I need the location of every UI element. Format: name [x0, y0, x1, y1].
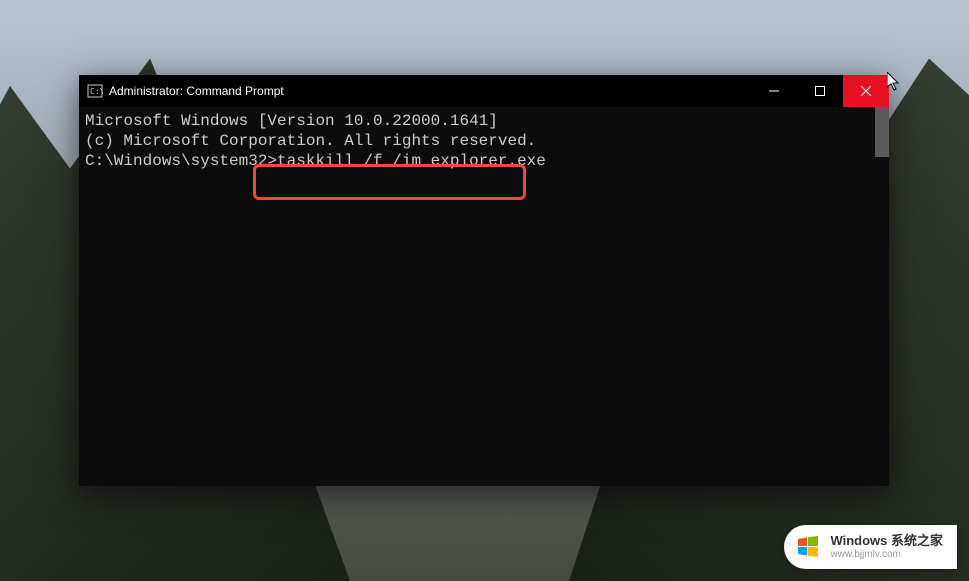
prompt-path: C:\Windows\system32> [85, 152, 277, 170]
scrollbar-thumb[interactable] [875, 107, 889, 157]
minimize-button[interactable] [751, 75, 797, 107]
maximize-button[interactable] [797, 75, 843, 107]
window-title: Administrator: Command Prompt [109, 84, 751, 98]
version-line: Microsoft Windows [Version 10.0.22000.16… [85, 111, 883, 131]
windows-logo-icon [794, 533, 822, 561]
window-controls [751, 75, 889, 107]
cmd-icon: C:\ [87, 83, 103, 99]
command-text: taskkill /f /im explorer.exe [277, 152, 546, 170]
svg-text:C:\: C:\ [90, 87, 103, 96]
copyright-line: (c) Microsoft Corporation. All rights re… [85, 131, 883, 151]
watermark-url: www.bjjmlv.com [830, 549, 943, 560]
close-button[interactable] [843, 75, 889, 107]
command-line: C:\Windows\system32>taskkill /f /im expl… [85, 151, 883, 171]
titlebar[interactable]: C:\ Administrator: Command Prompt [79, 75, 889, 107]
terminal-content[interactable]: Microsoft Windows [Version 10.0.22000.16… [79, 107, 889, 486]
watermark-text: Windows 系统之家 www.bjjmlv.com [830, 534, 943, 559]
watermark: Windows 系统之家 www.bjjmlv.com [784, 525, 957, 569]
command-prompt-window: C:\ Administrator: Command Prompt Micros… [79, 75, 889, 486]
watermark-brand: Windows 系统之家 [830, 534, 943, 548]
